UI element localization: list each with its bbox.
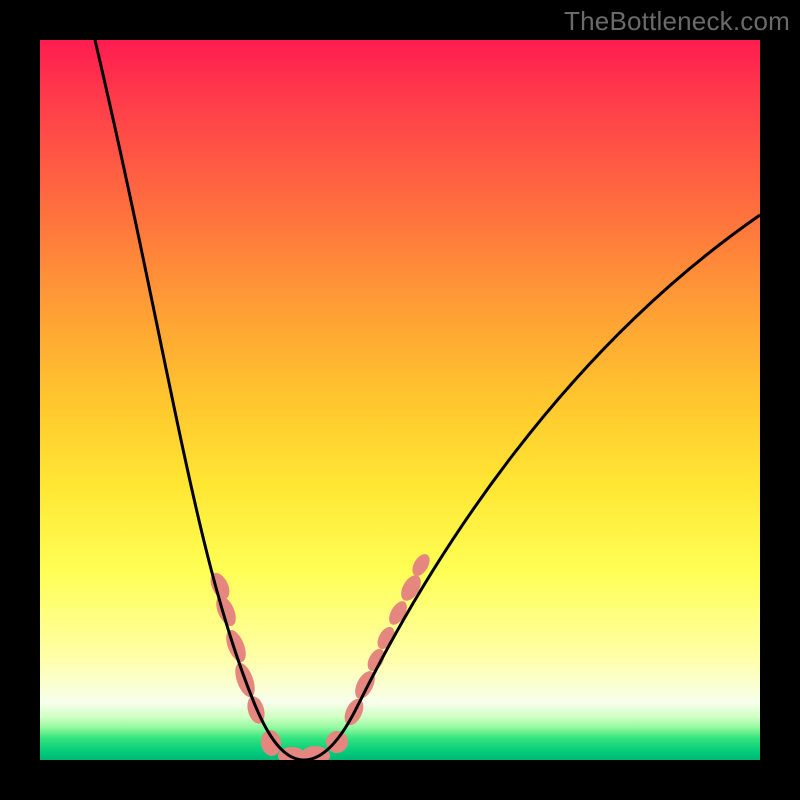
watermark-label: TheBottleneck.com — [564, 6, 790, 37]
bottleneck-curve — [95, 40, 760, 760]
markers-group — [207, 551, 434, 760]
plot-area — [40, 40, 760, 760]
chart-svg — [40, 40, 760, 760]
curve-marker — [222, 627, 250, 665]
chart-frame: TheBottleneck.com — [0, 0, 800, 800]
